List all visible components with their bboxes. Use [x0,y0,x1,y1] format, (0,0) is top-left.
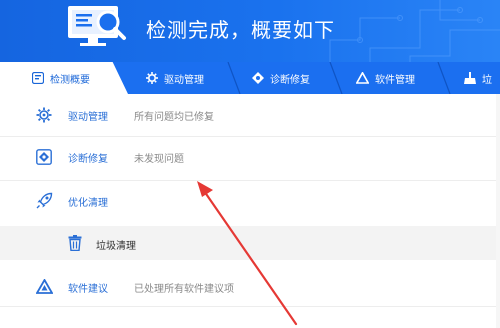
annotation-arrow [197,181,298,326]
